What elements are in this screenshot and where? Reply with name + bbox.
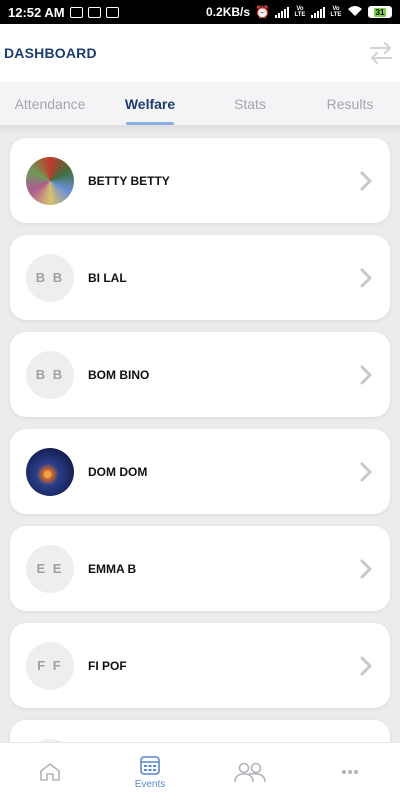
list-item[interactable]: BETTY BETTY — [10, 138, 390, 223]
battery-icon: 31 — [368, 6, 392, 18]
notification-icon — [87, 6, 101, 18]
alarm-icon: ⏰ — [255, 5, 270, 19]
tab-attendance[interactable]: Attendance — [0, 82, 100, 125]
chevron-right-icon — [360, 268, 372, 287]
nav-more[interactable] — [300, 743, 400, 800]
list-item[interactable]: E E EMMA B — [10, 526, 390, 611]
person-name: BOM BINO — [88, 367, 150, 382]
signal-icon — [311, 6, 325, 18]
avatar — [26, 447, 74, 496]
people-icon — [234, 762, 266, 782]
chevron-right-icon — [360, 365, 372, 384]
app-header: DASHBOARD — [0, 24, 400, 82]
person-name: EMMA B — [88, 561, 137, 576]
volte-label: Vo LTE — [294, 6, 306, 18]
status-bar: 12:52 AM 0.2KB/s ⏰ Vo LTE Vo LTE 31 — [0, 0, 400, 24]
notification-icon — [69, 6, 83, 18]
person-name: DOM DOM — [88, 464, 148, 479]
tab-label: Attendance — [14, 95, 86, 112]
avatar: F F — [26, 641, 74, 690]
tab-results[interactable]: Results — [300, 82, 400, 125]
nav-label: Events — [134, 779, 166, 790]
list-item[interactable]: DOM DOM — [10, 429, 390, 514]
list-item[interactable]: B B BOM BINO — [10, 332, 390, 417]
chevron-right-icon — [360, 559, 372, 578]
notification-icon — [105, 6, 119, 18]
tab-welfare[interactable]: Welfare — [100, 82, 200, 125]
tab-label: Welfare — [124, 95, 176, 112]
network-speed: 0.2KB/s — [206, 5, 251, 19]
avatar: E E — [26, 544, 74, 593]
people-list[interactable]: BETTY BETTY B B BI LAL B B BOM BINO DOM … — [0, 127, 400, 742]
tab-bar: Attendance Welfare Stats Results — [0, 82, 400, 126]
chevron-right-icon — [360, 171, 372, 190]
nav-events[interactable]: Events — [100, 743, 200, 800]
avatar: B B — [26, 253, 74, 302]
page-title: DASHBOARD — [4, 45, 97, 61]
tab-label: Stats — [234, 95, 266, 112]
list-item[interactable] — [10, 720, 390, 742]
tab-label: Results — [326, 95, 374, 112]
list-item[interactable]: B B BI LAL — [10, 235, 390, 320]
status-time: 12:52 AM — [8, 4, 65, 20]
avatar: B B — [26, 350, 74, 399]
more-icon — [342, 769, 358, 774]
person-name: FI POF — [88, 658, 127, 673]
home-icon — [40, 762, 60, 781]
bottom-nav: Events — [0, 742, 400, 800]
nav-home[interactable] — [0, 743, 100, 800]
person-name: BETTY BETTY — [88, 173, 170, 188]
swap-arrows-icon[interactable] — [368, 40, 394, 66]
chevron-right-icon — [360, 656, 372, 675]
battery-level: 31 — [373, 7, 387, 17]
wifi-icon — [347, 5, 363, 20]
chevron-right-icon — [360, 462, 372, 481]
person-name: BI LAL — [88, 270, 127, 285]
tab-stats[interactable]: Stats — [200, 82, 300, 125]
calendar-icon — [140, 756, 160, 775]
signal-icon — [275, 6, 289, 18]
avatar — [26, 156, 74, 205]
volte-label: Vo LTE — [330, 6, 342, 18]
list-item[interactable]: F F FI POF — [10, 623, 390, 708]
nav-people[interactable] — [200, 743, 300, 800]
